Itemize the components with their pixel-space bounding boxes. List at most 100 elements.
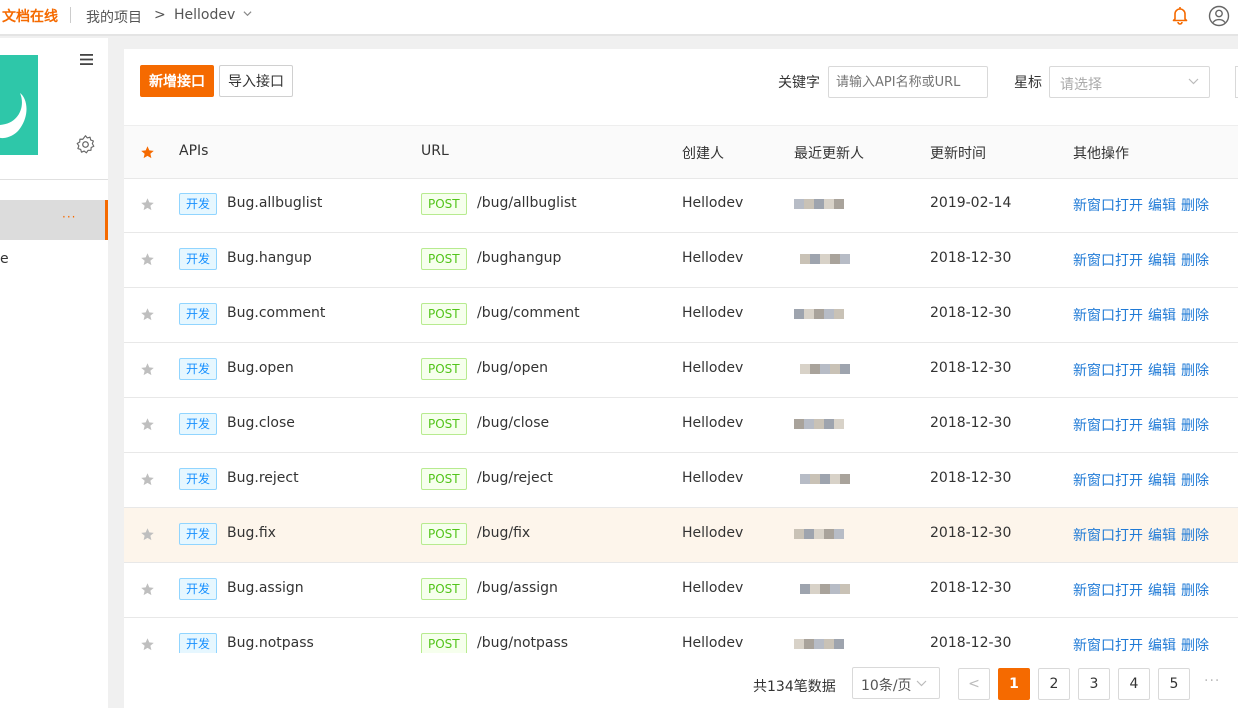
updated-date: 2018-12-30 <box>930 305 1012 321</box>
edit-link[interactable]: 编辑 <box>1148 473 1176 489</box>
avatar-pixel <box>814 639 824 649</box>
star-icon[interactable] <box>140 252 155 267</box>
open-new-window-link[interactable]: 新窗口打开 <box>1073 363 1143 379</box>
gear-icon[interactable] <box>75 134 96 155</box>
method-badge: POST <box>421 413 467 435</box>
edit-link[interactable]: 编辑 <box>1148 418 1176 434</box>
brand-name[interactable]: 文档在线 <box>2 6 58 26</box>
star-icon[interactable] <box>140 362 155 377</box>
delete-link[interactable]: 删除 <box>1181 363 1209 379</box>
star-icon[interactable] <box>140 417 155 432</box>
sidebar-item-label[interactable]: e <box>0 251 9 267</box>
star-icon[interactable] <box>140 145 155 160</box>
table-row[interactable]: 开发 Bug.close POST/bug/close Hellodev 2018-12… <box>124 398 1238 453</box>
last-updater-blurred <box>794 252 854 266</box>
api-name[interactable]: Bug.notpass <box>227 635 314 651</box>
breadcrumb-current-project[interactable]: Hellodev <box>174 7 235 23</box>
method-badge: POST <box>421 523 467 545</box>
star-icon[interactable] <box>140 197 155 212</box>
delete-link[interactable]: 删除 <box>1181 308 1209 324</box>
more-pages-icon[interactable]: ··· <box>1204 673 1220 689</box>
table-row[interactable]: 开发 Bug.reject POST/bug/reject Hellodev 2018-… <box>124 453 1238 508</box>
avatar-pixel <box>824 529 834 539</box>
delete-link[interactable]: 删除 <box>1181 253 1209 269</box>
edit-link[interactable]: 编辑 <box>1148 638 1176 653</box>
chevron-down-icon[interactable] <box>243 9 252 18</box>
page-button-3[interactable]: 3 <box>1078 668 1110 700</box>
open-new-window-link[interactable]: 新窗口打开 <box>1073 528 1143 544</box>
api-name[interactable]: Bug.fix <box>227 525 276 541</box>
star-filter-placeholder: 请选择 <box>1060 77 1102 93</box>
import-api-button[interactable]: 导入接口 <box>219 65 293 97</box>
delete-link[interactable]: 删除 <box>1181 528 1209 544</box>
row-actions: 新窗口打开 编辑 删除 <box>1073 525 1214 545</box>
creator-name: Hellodev <box>682 360 744 376</box>
more-dots-icon[interactable]: ··· <box>62 210 76 224</box>
avatar-pixel <box>810 364 820 374</box>
table-row[interactable]: 开发 Bug.comment POST/bug/comment Hellodev 201… <box>124 288 1238 343</box>
edit-link[interactable]: 编辑 <box>1148 253 1176 269</box>
row-actions: 新窗口打开 编辑 删除 <box>1073 635 1214 653</box>
api-name[interactable]: Bug.comment <box>227 305 325 321</box>
api-name[interactable]: Bug.reject <box>227 470 299 486</box>
user-icon[interactable] <box>1208 5 1230 27</box>
sidebar-item-active[interactable]: ··· <box>0 200 108 240</box>
edit-link[interactable]: 编辑 <box>1148 363 1176 379</box>
open-new-window-link[interactable]: 新窗口打开 <box>1073 308 1143 324</box>
table-row[interactable]: 开发 Bug.allbuglist POST/bug/allbuglist Hello… <box>124 178 1238 233</box>
open-new-window-link[interactable]: 新窗口打开 <box>1073 418 1143 434</box>
edit-link[interactable]: 编辑 <box>1148 308 1176 324</box>
page-size-select[interactable]: 10条/页 <box>852 667 940 699</box>
open-new-window-link[interactable]: 新窗口打开 <box>1073 198 1143 214</box>
row-actions: 新窗口打开 编辑 删除 <box>1073 580 1214 600</box>
api-name[interactable]: Bug.open <box>227 360 294 376</box>
edit-link[interactable]: 编辑 <box>1148 583 1176 599</box>
star-icon[interactable] <box>140 307 155 322</box>
page-button-1[interactable]: 1 <box>998 668 1030 700</box>
keyword-search-input[interactable] <box>828 66 988 98</box>
star-icon[interactable] <box>140 582 155 597</box>
avatar-pixel <box>840 474 850 484</box>
star-icon[interactable] <box>140 472 155 487</box>
edit-link[interactable]: 编辑 <box>1148 528 1176 544</box>
project-logo[interactable] <box>0 55 38 155</box>
add-api-button[interactable]: 新增接口 <box>140 65 214 97</box>
open-new-window-link[interactable]: 新窗口打开 <box>1073 253 1143 269</box>
table-row[interactable]: 开发 Bug.open POST/bug/open Hellodev 2018-12-3… <box>124 343 1238 398</box>
delete-link[interactable]: 删除 <box>1181 583 1209 599</box>
api-list-panel: 新增接口 导入接口 关键字 星标 请选择 APIs URL 创建人 最近更新人 … <box>124 49 1238 708</box>
api-name[interactable]: Bug.close <box>227 415 295 431</box>
star-icon[interactable] <box>140 527 155 542</box>
table-row[interactable]: 开发 Bug.hangup POST/bughangup Hellodev 2018-1… <box>124 233 1238 288</box>
edit-link[interactable]: 编辑 <box>1148 198 1176 214</box>
avatar-pixel <box>834 529 844 539</box>
last-updater-blurred <box>794 637 854 651</box>
table-row[interactable]: 开发 Bug.assign POST/bug/assign Hellodev 2018-… <box>124 563 1238 618</box>
table-row[interactable]: 开发 Bug.notpass POST/bug/notpass Hellodev 201… <box>124 618 1238 653</box>
delete-link[interactable]: 删除 <box>1181 638 1209 653</box>
bell-icon[interactable] <box>1170 5 1190 25</box>
api-name[interactable]: Bug.assign <box>227 580 304 596</box>
open-new-window-link[interactable]: 新窗口打开 <box>1073 583 1143 599</box>
hamburger-menu-icon[interactable] <box>80 54 93 65</box>
star-filter-select[interactable]: 请选择 <box>1049 66 1210 98</box>
delete-link[interactable]: 删除 <box>1181 473 1209 489</box>
breadcrumb-project[interactable]: 我的项目 <box>86 7 142 27</box>
delete-link[interactable]: 删除 <box>1181 198 1209 214</box>
page-button-5[interactable]: 5 <box>1158 668 1190 700</box>
prev-page-button[interactable]: < <box>958 668 990 700</box>
open-new-window-link[interactable]: 新窗口打开 <box>1073 638 1143 653</box>
star-filter-label: 星标 <box>1014 75 1042 91</box>
avatar-pixel <box>820 474 830 484</box>
delete-link[interactable]: 删除 <box>1181 418 1209 434</box>
api-name[interactable]: Bug.allbuglist <box>227 195 322 211</box>
page-button-4[interactable]: 4 <box>1118 668 1150 700</box>
star-icon[interactable] <box>140 637 155 652</box>
open-new-window-link[interactable]: 新窗口打开 <box>1073 473 1143 489</box>
creator-name: Hellodev <box>682 305 744 321</box>
updated-date: 2018-12-30 <box>930 415 1012 431</box>
avatar-pixel <box>814 309 824 319</box>
page-button-2[interactable]: 2 <box>1038 668 1070 700</box>
api-name[interactable]: Bug.hangup <box>227 250 312 266</box>
table-row[interactable]: 开发 Bug.fix POST/bug/fix Hellodev 2018-12-30 新… <box>124 508 1238 563</box>
